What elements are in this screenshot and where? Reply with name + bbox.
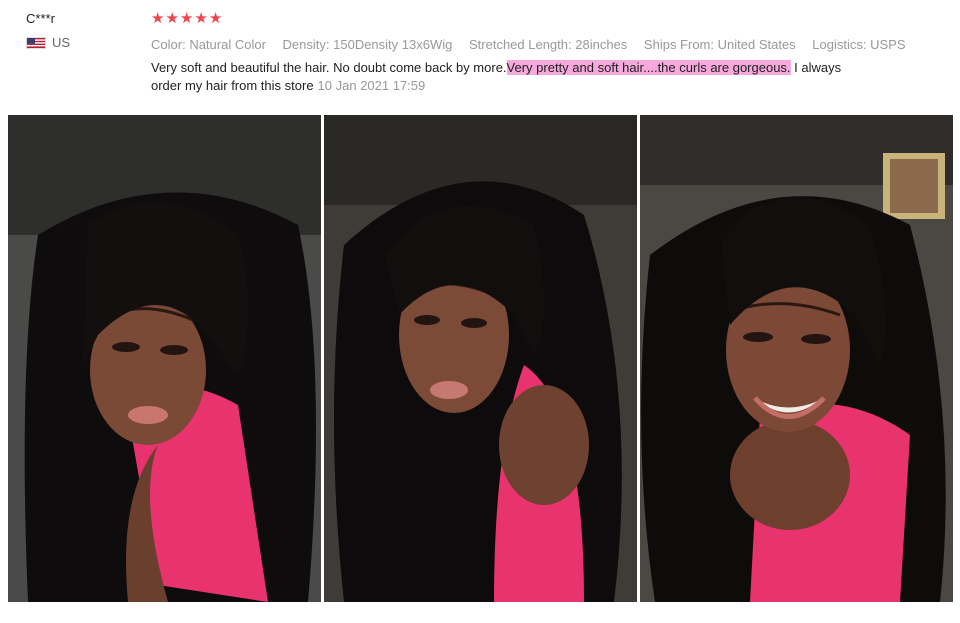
attr-stretched-length: Stretched Length: 28inches bbox=[468, 37, 628, 52]
reviewer-country: US bbox=[26, 35, 136, 50]
review-photo-1[interactable] bbox=[8, 115, 321, 602]
star-rating: ★★★★★ bbox=[151, 10, 941, 28]
review-date: 10 Jan 2021 17:59 bbox=[317, 78, 426, 93]
product-attributes: Color: Natural Color Density: 150Density… bbox=[151, 36, 941, 53]
star-icon: ★ bbox=[194, 10, 208, 27]
review-body: ★★★★★ Color: Natural Color Density: 150D… bbox=[151, 10, 941, 95]
review-text-highlight: Very pretty and soft hair....the curls a… bbox=[506, 60, 791, 75]
attr-color: Color: Natural Color bbox=[151, 37, 266, 52]
star-icon: ★ bbox=[179, 10, 194, 27]
reviewer-info: C***r US bbox=[26, 10, 136, 50]
star-icon: ★ bbox=[165, 10, 179, 27]
review-text: Very soft and beautiful the hair. No dou… bbox=[151, 59, 851, 95]
star-icon: ★ bbox=[151, 10, 165, 27]
country-code: US bbox=[52, 35, 71, 50]
attr-logistics: Logistics: USPS bbox=[812, 37, 906, 52]
review-text-part1: Very soft and beautiful the hair. No dou… bbox=[151, 60, 507, 75]
attr-density: Density: 150Density 13x6Wig bbox=[282, 37, 453, 52]
attr-ships-from: Ships From: United States bbox=[643, 37, 796, 52]
reviewer-name: C***r bbox=[26, 11, 55, 26]
review-photo-3[interactable] bbox=[640, 115, 953, 602]
review-photo-2[interactable] bbox=[324, 115, 637, 602]
us-flag-icon bbox=[26, 36, 46, 49]
star-icon: ★ bbox=[208, 10, 223, 27]
review-photos bbox=[8, 115, 953, 602]
